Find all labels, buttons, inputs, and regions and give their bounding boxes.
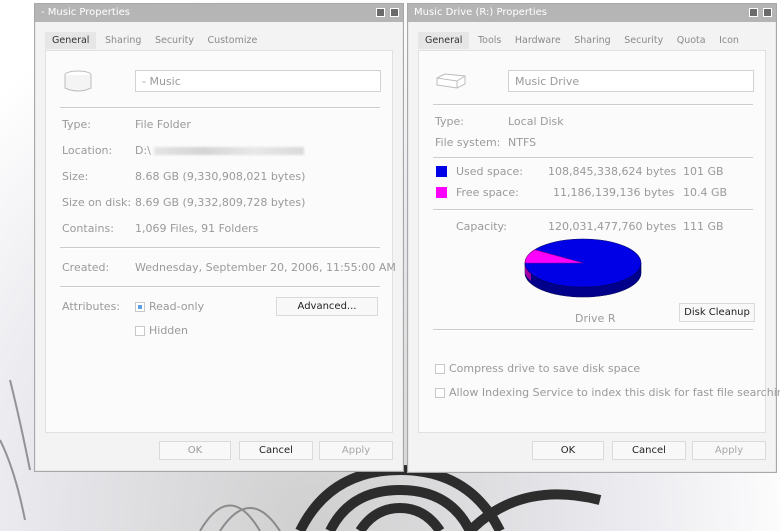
type-label: Type: (435, 115, 464, 128)
indexing-label: Allow Indexing Service to index this dis… (449, 386, 780, 399)
folder-name-field[interactable]: - Music (135, 70, 381, 92)
size-value: 8.68 GB (9,330,908,021 bytes) (135, 170, 306, 183)
disk-cleanup-button[interactable]: Disk Cleanup (679, 303, 755, 322)
contains-label: Contains: (62, 222, 114, 235)
readonly-label: Read-only (149, 300, 205, 313)
created-label: Created: (62, 261, 110, 274)
location-redacted (153, 147, 304, 155)
left-titlebar[interactable]: - Music Properties (35, 4, 403, 22)
right-help-icon[interactable] (749, 8, 758, 17)
apply-button[interactable]: Apply (319, 441, 393, 460)
right-close-icon[interactable] (763, 8, 772, 17)
left-tab-bar: General Sharing Security Customize (45, 32, 393, 50)
cancel-button[interactable]: Cancel (239, 441, 313, 460)
created-value: Wednesday, September 20, 2006, 11:55:00 … (135, 261, 396, 274)
separator (433, 104, 753, 106)
separator (433, 209, 753, 211)
compress-label: Compress drive to save disk space (449, 362, 641, 375)
left-general-panel: - Music Type: File Folder Location: D:\ … (45, 50, 396, 433)
ok-button[interactable]: OK (159, 441, 231, 460)
tab-security[interactable]: Security (619, 33, 668, 48)
hidden-label: Hidden (149, 324, 189, 337)
used-space-swatch (436, 166, 447, 177)
size-label: Size: (62, 170, 89, 183)
cancel-button[interactable]: Cancel (612, 441, 686, 460)
type-value: File Folder (135, 118, 191, 131)
tab-icon[interactable]: Icon (714, 33, 744, 48)
disk-usage-pie-chart (524, 238, 642, 298)
tab-general[interactable]: General (418, 32, 470, 49)
right-titlebar[interactable]: Music Drive (R:) Properties (408, 4, 776, 22)
used-space-size: 101 GB (683, 165, 724, 178)
right-general-panel: Music Drive Type: Local Disk File system… (418, 50, 780, 433)
separator (60, 286, 380, 288)
location-value: D:\ (135, 144, 304, 157)
separator (433, 157, 753, 159)
left-window-title: - Music Properties (41, 7, 130, 18)
separator (433, 329, 753, 331)
capacity-size: 111 GB (683, 220, 724, 233)
capacity-label: Capacity: (456, 220, 507, 233)
drive-label: Drive R (575, 312, 616, 325)
folder-icon (64, 70, 92, 92)
tab-sharing[interactable]: Sharing (100, 33, 146, 48)
free-space-label: Free space: (456, 186, 519, 199)
readonly-checkbox[interactable] (135, 302, 145, 312)
tab-quota[interactable]: Quota (672, 33, 711, 48)
tab-customize[interactable]: Customize (202, 33, 262, 48)
contains-value: 1,069 Files, 91 Folders (135, 222, 259, 235)
size-on-disk-value: 8.69 GB (9,332,809,728 bytes) (135, 196, 306, 209)
tab-general[interactable]: General (45, 32, 97, 49)
right-tab-bar: General Tools Hardware Sharing Security … (418, 32, 766, 50)
file-system-label: File system: (435, 136, 501, 149)
tab-tools[interactable]: Tools (473, 33, 506, 48)
right-window-title: Music Drive (R:) Properties (414, 7, 547, 18)
drive-name-field[interactable]: Music Drive (508, 70, 754, 92)
ok-button[interactable]: OK (532, 441, 604, 460)
type-label: Type: (62, 118, 91, 131)
left-minimize-icon[interactable] (376, 8, 385, 17)
free-space-bytes: 11,186,139,136 bytes (553, 186, 675, 199)
compress-checkbox[interactable] (435, 364, 445, 374)
separator (60, 247, 380, 249)
attributes-label: Attributes: (62, 300, 121, 313)
used-space-bytes: 108,845,338,624 bytes (548, 165, 677, 178)
size-on-disk-label: Size on disk: (62, 196, 132, 209)
separator (60, 107, 380, 109)
location-label: Location: (62, 144, 113, 157)
tab-security[interactable]: Security (150, 33, 199, 48)
apply-button[interactable]: Apply (692, 441, 766, 460)
indexing-checkbox[interactable] (435, 388, 445, 398)
location-drive: D:\ (135, 144, 151, 157)
file-system-value: NTFS (508, 136, 537, 149)
tab-sharing[interactable]: Sharing (569, 33, 615, 48)
used-space-label: Used space: (456, 165, 524, 178)
advanced-button[interactable]: Advanced... (276, 297, 378, 316)
music-drive-properties-window: Music Drive (R:) Properties General Tool… (407, 3, 780, 473)
drive-icon (436, 73, 466, 89)
left-close-icon[interactable] (390, 8, 399, 17)
hidden-checkbox[interactable] (135, 326, 145, 336)
free-space-swatch (436, 187, 447, 198)
tab-hardware[interactable]: Hardware (510, 33, 566, 48)
type-value: Local Disk (508, 115, 564, 128)
music-properties-window: - Music Properties General Sharing Secur… (34, 3, 404, 472)
free-space-size: 10.4 GB (683, 186, 728, 199)
capacity-bytes: 120,031,477,760 bytes (548, 220, 677, 233)
